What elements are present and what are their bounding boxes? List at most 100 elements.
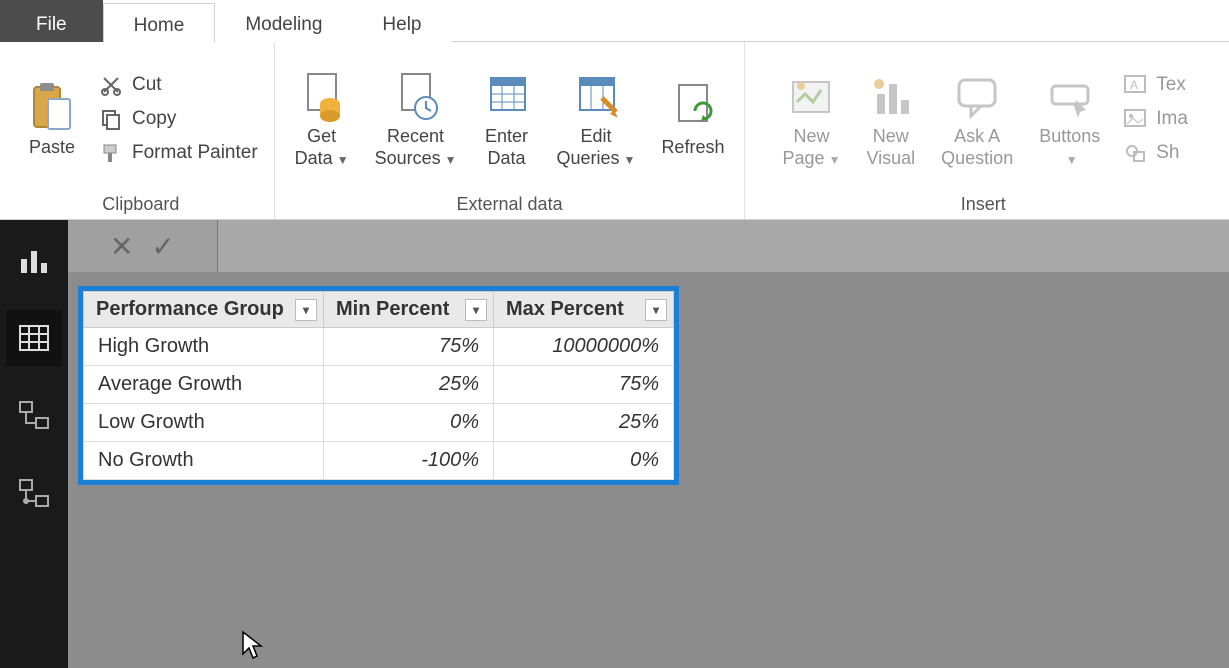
shapes-label: Sh	[1156, 142, 1179, 164]
copy-icon	[98, 107, 124, 131]
menu-spacer	[452, 0, 1229, 42]
workspace: ✕ ✓ Performance Group ▾ Min Percent ▾	[0, 220, 1229, 668]
get-data-button[interactable]: Get Data▼	[285, 64, 359, 173]
cell-group: No Growth	[84, 442, 324, 480]
nav-data-view[interactable]	[6, 310, 62, 366]
report-view-icon	[17, 243, 51, 277]
new-visual-label: New Visual	[866, 126, 915, 169]
format-painter-icon	[98, 141, 124, 165]
paste-icon	[28, 79, 76, 135]
relationship-icon	[17, 477, 51, 511]
get-data-icon	[298, 68, 346, 124]
data-view-icon	[17, 321, 51, 355]
paste-button[interactable]: Paste	[18, 75, 86, 163]
copy-label: Copy	[132, 108, 176, 130]
paste-label: Paste	[29, 137, 75, 159]
recent-sources-button[interactable]: Recent Sources▼	[365, 64, 467, 173]
new-visual-icon	[867, 68, 915, 124]
table-row[interactable]: High Growth 75% 10000000%	[84, 328, 674, 366]
nav-report-view[interactable]	[6, 232, 62, 288]
nav-rail	[0, 220, 68, 668]
recent-sources-label: Recent Sources	[375, 126, 444, 168]
tab-home[interactable]: Home	[103, 3, 216, 42]
col-header-label: Max Percent	[506, 298, 624, 320]
refresh-label: Refresh	[661, 137, 724, 159]
formula-bar: ✕ ✓	[68, 220, 1229, 272]
buttons-label: Buttons	[1039, 126, 1100, 146]
filter-icon[interactable]: ▾	[295, 299, 317, 321]
svg-text:A: A	[1130, 78, 1138, 92]
formula-input[interactable]	[218, 220, 1229, 272]
cell-group: Low Growth	[84, 404, 324, 442]
edit-queries-label: Edit Queries	[557, 126, 620, 168]
edit-queries-icon	[572, 68, 620, 124]
table-row[interactable]: Low Growth 0% 25%	[84, 404, 674, 442]
get-data-label: Get Data	[295, 126, 336, 168]
text-box-button[interactable]: A Tex	[1116, 69, 1192, 101]
ask-a-question-label: Ask A Question	[941, 126, 1013, 169]
recent-sources-icon	[392, 68, 440, 124]
cut-label: Cut	[132, 74, 162, 96]
model-view-icon	[17, 399, 51, 433]
refresh-icon	[669, 79, 717, 135]
refresh-button[interactable]: Refresh	[651, 75, 734, 163]
new-page-button[interactable]: New Page▼	[773, 64, 851, 173]
cut-button[interactable]: Cut	[92, 69, 168, 101]
chevron-down-icon: ▼	[624, 153, 636, 167]
ribbon-group-insert-label: Insert	[961, 191, 1006, 217]
image-icon	[1122, 107, 1148, 131]
main-area: ✕ ✓ Performance Group ▾ Min Percent ▾	[68, 220, 1229, 668]
chevron-down-icon: ▼	[829, 153, 841, 167]
cell-max: 10000000%	[494, 328, 674, 366]
ribbon-group-external-data: Get Data▼ Recent Sources▼ Enter Data Edi…	[275, 42, 746, 219]
mouse-cursor-icon	[241, 630, 265, 660]
format-painter-label: Format Painter	[132, 142, 258, 164]
cell-max: 75%	[494, 366, 674, 404]
col-header-max-percent[interactable]: Max Percent ▾	[494, 292, 674, 328]
table-header-row: Performance Group ▾ Min Percent ▾ Max Pe…	[84, 292, 674, 328]
commit-formula-icon[interactable]: ✓	[152, 230, 175, 263]
filter-icon[interactable]: ▾	[645, 299, 667, 321]
filter-icon[interactable]: ▾	[465, 299, 487, 321]
chevron-down-icon: ▼	[445, 153, 457, 167]
tab-modeling[interactable]: Modeling	[215, 0, 352, 42]
ribbon-group-insert: New Page▼ New Visual Ask A Question Butt…	[745, 42, 1221, 219]
table-row[interactable]: Average Growth 25% 75%	[84, 366, 674, 404]
table-row[interactable]: No Growth -100% 0%	[84, 442, 674, 480]
edit-queries-button[interactable]: Edit Queries ▼	[547, 64, 646, 173]
col-header-label: Min Percent	[336, 298, 449, 320]
col-header-min-percent[interactable]: Min Percent ▾	[324, 292, 494, 328]
chevron-down-icon: ▼	[337, 153, 349, 167]
chevron-down-icon: ▼	[1066, 153, 1078, 167]
menu-bar: File Home Modeling Help	[0, 0, 1229, 42]
data-table: Performance Group ▾ Min Percent ▾ Max Pe…	[78, 286, 679, 485]
enter-data-icon	[483, 68, 531, 124]
cancel-formula-icon[interactable]: ✕	[110, 230, 133, 263]
image-label: Ima	[1156, 108, 1188, 130]
formula-actions: ✕ ✓	[68, 220, 218, 272]
ribbon-group-clipboard-label: Clipboard	[102, 191, 179, 217]
buttons-button[interactable]: Buttons ▼	[1029, 64, 1110, 173]
nav-model-view[interactable]	[6, 388, 62, 444]
copy-button[interactable]: Copy	[92, 103, 182, 135]
shapes-button[interactable]: Sh	[1116, 137, 1185, 169]
format-painter-button[interactable]: Format Painter	[92, 137, 264, 169]
text-box-icon: A	[1122, 73, 1148, 97]
cell-max: 0%	[494, 442, 674, 480]
cell-min: -100%	[324, 442, 494, 480]
ribbon-group-clipboard: Paste Cut Copy	[8, 42, 275, 219]
text-box-label: Tex	[1156, 74, 1186, 96]
new-visual-button[interactable]: New Visual	[856, 64, 925, 173]
enter-data-button[interactable]: Enter Data	[473, 64, 541, 173]
tab-file[interactable]: File	[0, 0, 103, 42]
nav-relationship-view[interactable]	[6, 466, 62, 522]
new-page-icon	[787, 68, 835, 124]
enter-data-label: Enter Data	[485, 126, 528, 169]
cell-min: 75%	[324, 328, 494, 366]
ask-a-question-button[interactable]: Ask A Question	[931, 64, 1023, 173]
cut-icon	[98, 73, 124, 97]
image-button[interactable]: Ima	[1116, 103, 1194, 135]
ribbon: Paste Cut Copy	[0, 42, 1229, 220]
tab-help[interactable]: Help	[352, 0, 451, 42]
col-header-performance-group[interactable]: Performance Group ▾	[84, 292, 324, 328]
